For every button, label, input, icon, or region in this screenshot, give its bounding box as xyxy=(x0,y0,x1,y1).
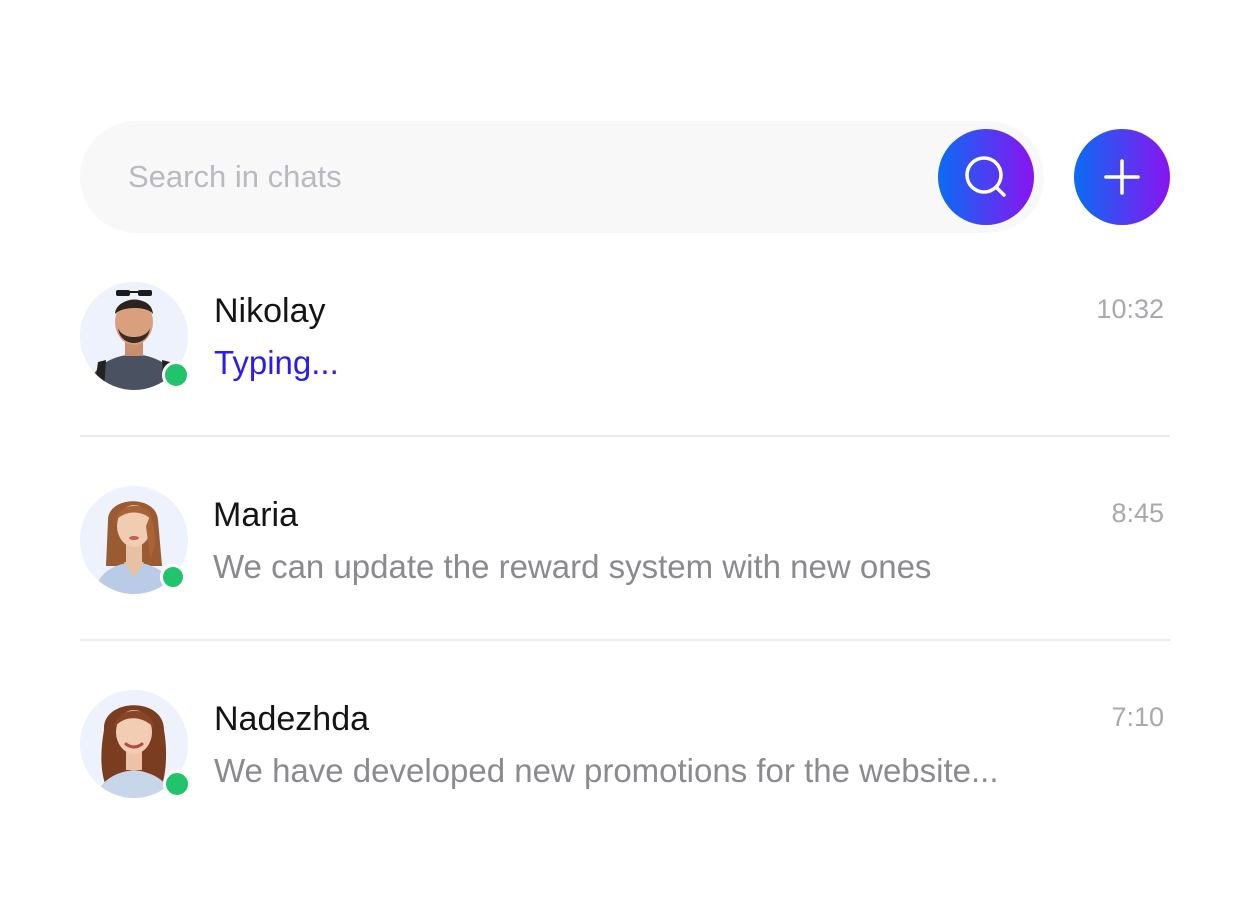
chat-name: Nikolay xyxy=(214,292,326,330)
search-icon xyxy=(938,129,1034,225)
chat-name: Maria xyxy=(213,496,299,534)
last-message: We have developed new promotions for the… xyxy=(214,752,999,789)
chat-time: 7:10 xyxy=(1111,702,1164,732)
search-input[interactable] xyxy=(128,121,908,233)
divider xyxy=(80,639,1170,641)
chat-name: Nadezhda xyxy=(214,700,370,738)
last-message: We can update the reward system with new… xyxy=(213,548,932,585)
chat-list-page: Nikolay 10:32 Typing... xyxy=(0,0,1250,904)
chat-item-maria[interactable]: Maria 8:45 We can update the reward syst… xyxy=(80,486,1170,596)
chat-item-nadezhda[interactable]: Nadezhda 7:10 We have developed new prom… xyxy=(80,690,1170,800)
plus-icon xyxy=(1074,129,1170,225)
online-status-dot xyxy=(163,770,191,798)
chat-time: 10:32 xyxy=(1096,294,1164,324)
chat-item-nikolay[interactable]: Nikolay 10:32 Typing... xyxy=(80,282,1170,392)
chat-time: 8:45 xyxy=(1111,498,1164,528)
search-bar xyxy=(80,121,1044,233)
online-status-dot xyxy=(162,361,190,389)
divider xyxy=(80,435,1170,437)
search-button[interactable] xyxy=(938,129,1034,225)
typing-indicator: Typing... xyxy=(214,344,339,381)
new-chat-button[interactable] xyxy=(1074,129,1170,225)
online-status-dot xyxy=(160,564,186,590)
